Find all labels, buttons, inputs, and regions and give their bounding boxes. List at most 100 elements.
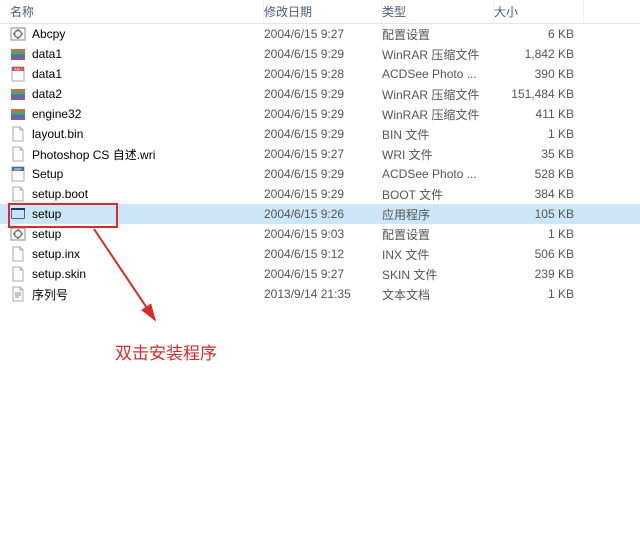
file-type: ACDSee Photo ... — [382, 167, 494, 181]
file-type: WRI 文件 — [382, 146, 494, 163]
file-name: Setup — [32, 167, 63, 181]
file-date: 2004/6/15 9:26 — [264, 207, 382, 221]
file-row[interactable]: Abcpy 2004/6/15 9:27配置设置6 KB — [0, 24, 640, 44]
file-row[interactable]: Photoshop CS 自述.wri 2004/6/15 9:27WRI 文件3… — [0, 144, 640, 164]
file-icon — [10, 246, 26, 262]
file-type: INX 文件 — [382, 246, 494, 263]
file-name: setup — [32, 227, 61, 241]
file-type: WinRAR 压缩文件 — [382, 106, 494, 123]
file-name-cell: setup.boot — [6, 186, 264, 202]
config-icon — [10, 226, 26, 242]
file-size: 384 KB — [494, 187, 584, 201]
file-size: 239 KB — [494, 267, 584, 281]
file-type: WinRAR 压缩文件 — [382, 46, 494, 63]
file-name-cell: Photoshop CS 自述.wri — [6, 146, 264, 163]
file-row[interactable]: data1 2004/6/15 9:29WinRAR 压缩文件1,842 KB — [0, 44, 640, 64]
file-date: 2004/6/15 9:29 — [264, 107, 382, 121]
svg-text:ANU: ANU — [14, 68, 22, 72]
file-icon — [10, 266, 26, 282]
file-date: 2004/6/15 9:29 — [264, 47, 382, 61]
file-type: 配置设置 — [382, 26, 494, 43]
file-type: ACDSee Photo ... — [382, 67, 494, 81]
file-date: 2004/6/15 9:29 — [264, 87, 382, 101]
file-row[interactable]: setup 2004/6/15 9:03配置设置1 KB — [0, 224, 640, 244]
file-size: 528 KB — [494, 167, 584, 181]
file-type: 文本文档 — [382, 286, 494, 303]
file-size: 35 KB — [494, 147, 584, 161]
rar-icon — [10, 106, 26, 122]
file-name: setup — [32, 207, 61, 221]
column-header: 名称 修改日期 类型 大小 — [0, 0, 640, 24]
file-size: 105 KB — [494, 207, 584, 221]
file-name: setup.boot — [32, 187, 88, 201]
file-date: 2004/6/15 9:12 — [264, 247, 382, 261]
file-row[interactable]: ANUdata12004/6/15 9:28ACDSee Photo ...39… — [0, 64, 640, 84]
file-date: 2004/6/15 9:03 — [264, 227, 382, 241]
svg-text:BMP: BMP — [14, 168, 22, 172]
file-row[interactable]: layout.bin2004/6/15 9:29BIN 文件1 KB — [0, 124, 640, 144]
rar-icon — [10, 86, 26, 102]
file-type: 配置设置 — [382, 226, 494, 243]
file-size: 506 KB — [494, 247, 584, 261]
file-name-cell: BMP Setup — [6, 166, 264, 182]
file-size: 151,484 KB — [494, 87, 584, 101]
column-header-size[interactable]: 大小 — [494, 0, 584, 23]
file-size: 411 KB — [494, 107, 584, 121]
file-size: 1 KB — [494, 287, 584, 301]
file-row[interactable]: data2 2004/6/15 9:29WinRAR 压缩文件151,484 KB — [0, 84, 640, 104]
file-name-cell: ANU data1 — [6, 66, 264, 82]
file-name-cell: Abcpy — [6, 26, 264, 42]
file-name: Abcpy — [32, 27, 65, 41]
rar-icon — [10, 46, 26, 62]
file-row[interactable]: setup 2004/6/15 9:26应用程序105 KB — [0, 204, 640, 224]
file-name-cell: setup — [6, 226, 264, 242]
file-name: Photoshop CS 自述.wri — [32, 146, 155, 163]
file-name: 序列号 — [32, 286, 68, 303]
file-size: 390 KB — [494, 67, 584, 81]
file-date: 2004/6/15 9:29 — [264, 187, 382, 201]
file-row[interactable]: 序列号 2013/9/14 21:35文本文档1 KB — [0, 284, 640, 304]
file-type: 应用程序 — [382, 206, 494, 223]
column-header-name[interactable]: 名称 — [6, 0, 264, 23]
file-row[interactable]: setup.boot 2004/6/15 9:29BOOT 文件384 KB — [0, 184, 640, 204]
file-name: layout.bin — [32, 127, 83, 141]
txt-icon — [10, 286, 26, 302]
exe-icon — [10, 206, 26, 222]
file-date: 2004/6/15 9:27 — [264, 267, 382, 281]
file-row[interactable]: BMP Setup 2004/6/15 9:29ACDSee Photo ...52… — [0, 164, 640, 184]
file-type: BIN 文件 — [382, 126, 494, 143]
file-date: 2004/6/15 9:27 — [264, 27, 382, 41]
file-type: SKIN 文件 — [382, 266, 494, 283]
file-size: 1,842 KB — [494, 47, 584, 61]
file-name: data2 — [32, 87, 62, 101]
column-header-date[interactable]: 修改日期 — [264, 0, 382, 23]
file-name-cell: data2 — [6, 86, 264, 102]
file-date: 2004/6/15 9:29 — [264, 167, 382, 181]
file-name-cell: setup.skin — [6, 266, 264, 282]
file-row[interactable]: engine32 2004/6/15 9:29WinRAR 压缩文件411 KB — [0, 104, 640, 124]
file-name-cell: setup.inx — [6, 246, 264, 262]
file-name-cell: engine32 — [6, 106, 264, 122]
column-header-type[interactable]: 类型 — [382, 0, 494, 23]
file-type: WinRAR 压缩文件 — [382, 86, 494, 103]
file-size: 1 KB — [494, 227, 584, 241]
file-row[interactable]: setup.inx 2004/6/15 9:12INX 文件506 KB — [0, 244, 640, 264]
file-icon — [10, 186, 26, 202]
file-date: 2004/6/15 9:27 — [264, 147, 382, 161]
annotation-text: 双击安装程序 — [115, 339, 217, 364]
file-name-cell: setup — [6, 206, 264, 222]
anu-icon: ANU — [10, 66, 26, 82]
file-name: data1 — [32, 47, 62, 61]
file-name: engine32 — [32, 107, 81, 121]
file-icon — [10, 126, 26, 142]
file-row[interactable]: setup.skin 2004/6/15 9:27SKIN 文件239 KB — [0, 264, 640, 284]
file-name: data1 — [32, 67, 62, 81]
file-size: 6 KB — [494, 27, 584, 41]
file-type: BOOT 文件 — [382, 186, 494, 203]
file-name: setup.skin — [32, 267, 86, 281]
file-size: 1 KB — [494, 127, 584, 141]
file-date: 2013/9/14 21:35 — [264, 287, 382, 301]
file-name-cell: data1 — [6, 46, 264, 62]
file-icon — [10, 146, 26, 162]
file-name: setup.inx — [32, 247, 80, 261]
